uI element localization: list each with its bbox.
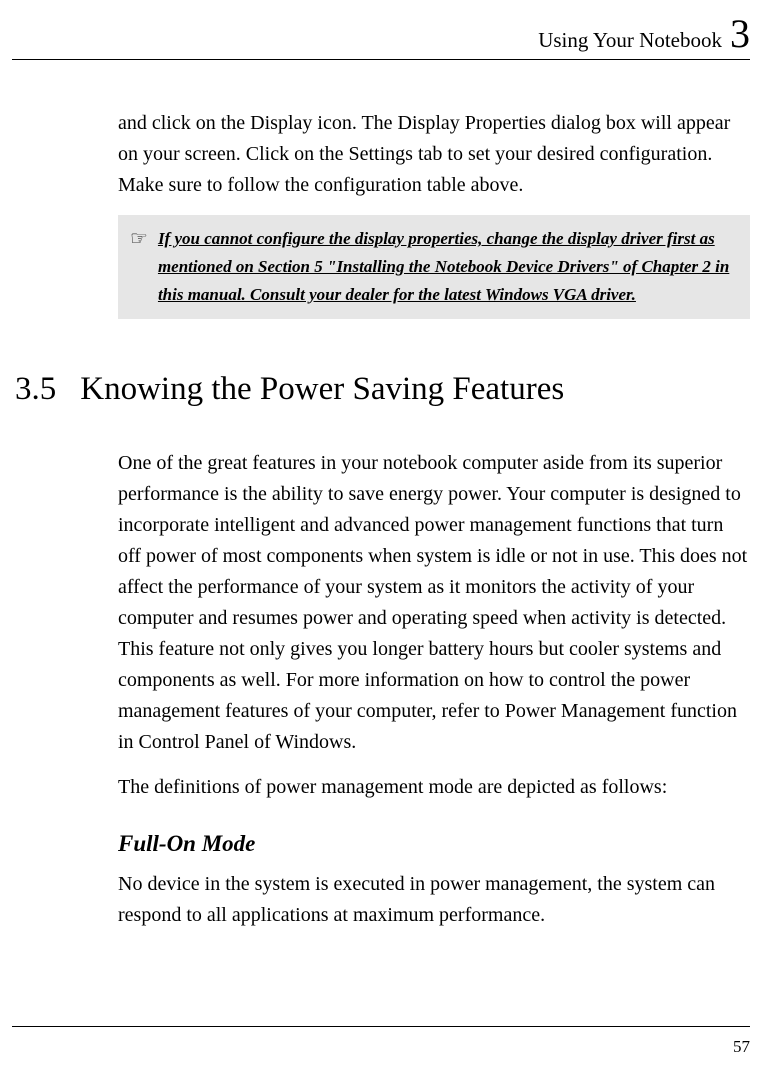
content-top: and click on the Display icon. The Displ… [118, 108, 750, 349]
content-body: One of the great features in your notebo… [118, 448, 750, 945]
page-header: Using Your Notebook 3 [12, 0, 750, 60]
intro-paragraph: and click on the Display icon. The Displ… [118, 108, 750, 201]
subsection-body: No device in the system is executed in p… [118, 869, 750, 931]
section-heading: 3.5 Knowing the Power Saving Features [15, 371, 750, 408]
note-box: ☞ If you cannot configure the display pr… [118, 215, 750, 319]
footer-rule [12, 1026, 750, 1027]
section-title: Knowing the Power Saving Features [80, 371, 564, 408]
header-chapter-number: 3 [730, 11, 750, 56]
subsection-title: Full-On Mode [118, 831, 750, 857]
page-container: Using Your Notebook 3 and click on the D… [0, 0, 762, 1077]
section-number: 3.5 [15, 371, 56, 408]
section-body-1: One of the great features in your notebo… [118, 448, 750, 758]
pointing-hand-icon: ☞ [130, 225, 148, 253]
page-number: 57 [733, 1037, 750, 1057]
header-title: Using Your Notebook [538, 28, 722, 52]
section-body-2: The definitions of power management mode… [118, 772, 750, 803]
note-text: If you cannot configure the display prop… [158, 225, 740, 309]
